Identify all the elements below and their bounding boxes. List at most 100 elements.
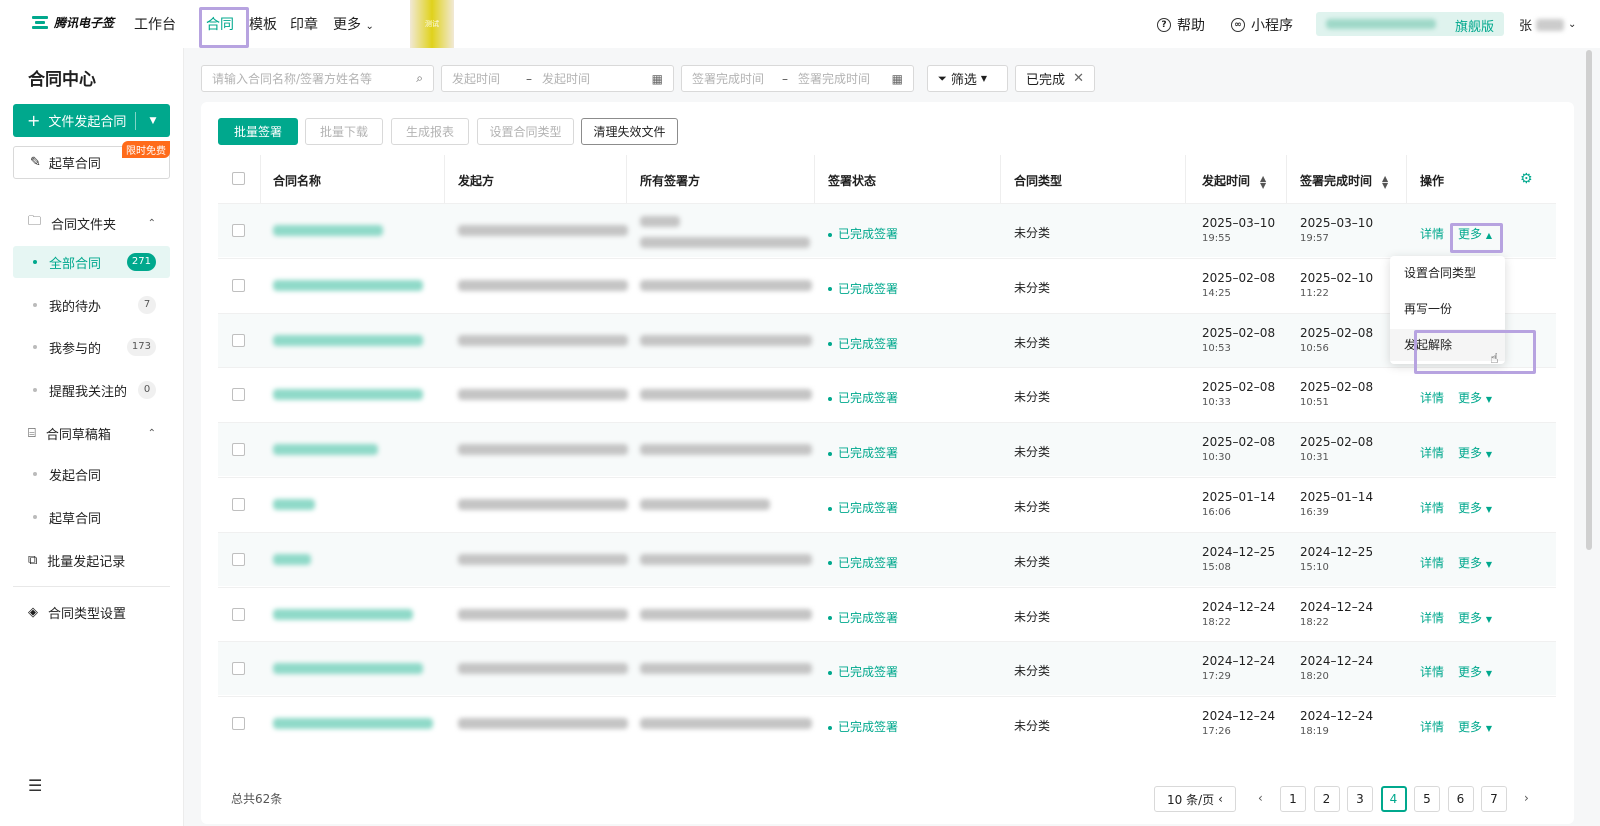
sidebar-group-folders[interactable]: 🗀 合同文件夹 ⌃ [28, 212, 156, 234]
user-menu[interactable]: 张 ⌄ [1519, 15, 1576, 34]
app-logo[interactable]: 腾讯电子签 [32, 14, 114, 31]
header-start-time[interactable]: 发起时间 ▲ ▼ [1202, 172, 1266, 189]
help-link[interactable]: ? 帮助 [1157, 15, 1205, 35]
contract-name-link-blurred[interactable] [273, 499, 315, 510]
contract-name-link-blurred[interactable] [273, 225, 383, 236]
page-2-button[interactable]: 2 [1313, 786, 1340, 812]
start-datetime: 2024–12–25 15:08 [1202, 545, 1275, 575]
contract-name-link-blurred[interactable] [273, 334, 423, 346]
clear-invalid-files-button[interactable]: 清理失效文件 [581, 118, 678, 145]
more-link[interactable]: 更多 ▼ [1458, 609, 1492, 626]
table-row[interactable]: 已完成签署 未分类 2025–03–10 19:55 2025–03–10 19:57 详情… [218, 203, 1556, 257]
header-finish-time[interactable]: 签署完成时间 ▲ ▼ [1300, 172, 1388, 189]
detail-link[interactable]: 详情 [1420, 444, 1444, 461]
sidebar-item-reminders[interactable]: 提醒我关注的 0 [13, 374, 170, 406]
select-all-checkbox[interactable] [232, 172, 245, 185]
more-link[interactable]: 更多 ▼ [1458, 663, 1492, 680]
detail-link[interactable]: 详情 [1420, 718, 1444, 735]
table-row[interactable]: 已完成签署 未分类 2024–12–25 15:08 2024–12–25 15:10 详情… [218, 531, 1556, 586]
row-checkbox[interactable] [232, 662, 245, 676]
detail-link[interactable]: 详情 [1420, 663, 1444, 680]
page-7-button[interactable]: 7 [1481, 786, 1507, 812]
close-icon[interactable]: ✕ [1073, 71, 1084, 86]
table-row[interactable]: 已完成签署 未分类 2025–02–08 10:30 2025–02–08 10:31 详情… [218, 422, 1556, 477]
detail-link[interactable]: 详情 [1420, 225, 1444, 242]
more-link[interactable]: 更多 ▼ [1458, 554, 1492, 571]
menu-item-terminate[interactable]: 发起解除 [1390, 329, 1505, 361]
sidebar-item-participated[interactable]: 我参与的 173 [13, 331, 170, 363]
contract-name-link-blurred[interactable] [273, 608, 413, 620]
row-checkbox[interactable] [232, 607, 245, 621]
gear-icon[interactable]: ⚙ [1520, 171, 1533, 187]
row-checkbox[interactable] [232, 388, 245, 402]
caret-down-icon[interactable]: ▼ [136, 116, 170, 126]
row-checkbox[interactable] [232, 333, 245, 347]
search-input[interactable]: 请输入合同名称/签署方姓名等 ⌕ [201, 65, 434, 92]
contract-name-link-blurred[interactable] [273, 389, 423, 401]
nav-templates[interactable]: 模板 [249, 14, 277, 34]
generate-report-button[interactable]: 生成报表 [391, 118, 469, 145]
scrollbar[interactable] [1586, 50, 1592, 550]
next-page-icon[interactable]: › [1524, 791, 1529, 805]
org-plan-switcher[interactable]: 旗舰版 [1316, 12, 1504, 36]
detail-link[interactable]: 详情 [1420, 609, 1444, 626]
start-contract-button[interactable]: + 文件发起合同 [13, 111, 135, 130]
contract-name-link-blurred[interactable] [273, 553, 311, 565]
row-checkbox[interactable] [232, 552, 245, 566]
more-link[interactable]: 更多 ▼ [1458, 389, 1492, 406]
page-size-select[interactable]: 10 条/页 ‹ [1154, 786, 1236, 812]
row-checkbox[interactable] [232, 498, 245, 511]
sidebar-item-batch-records[interactable]: ⧉ 批量发起记录 [28, 551, 156, 570]
more-link[interactable]: 更多 ▼ [1458, 499, 1492, 516]
menu-item-set-type[interactable]: 设置合同类型 [1390, 257, 1505, 289]
menu-item-rewrite[interactable]: 再写一份 [1390, 293, 1505, 325]
detail-link[interactable]: 详情 [1420, 389, 1444, 406]
more-link[interactable]: 更多 ▼ [1458, 444, 1492, 461]
sidebar-item-all-contracts[interactable]: 全部合同 271 [13, 246, 170, 278]
sidebar-item-draft-compose[interactable]: 起草合同 [13, 501, 170, 533]
row-checkbox[interactable] [232, 224, 245, 237]
table-row[interactable]: 已完成签署 未分类 2025–02–08 14:25 2025–02–10 11:22 [218, 257, 1556, 312]
page-1-button[interactable]: 1 [1280, 786, 1306, 812]
page-4-button[interactable]: 4 [1380, 786, 1407, 812]
sidebar-group-drafts[interactable]: ⌸ 合同草稿箱 ⌃ [28, 424, 156, 443]
more-link[interactable]: 更多 ▼ [1458, 718, 1492, 735]
page-3-button[interactable]: 3 [1347, 786, 1373, 812]
row-checkbox[interactable] [232, 717, 245, 731]
nav-more[interactable]: 更多 ⌄ [333, 14, 374, 34]
sidebar-item-draft-start[interactable]: 发起合同 [13, 458, 170, 490]
batch-download-button[interactable]: 批量下载 [305, 118, 383, 145]
page-6-button[interactable]: 6 [1447, 786, 1474, 812]
table-row[interactable]: 已完成签署 未分类 2025–01–14 16:06 2025–01–14 16:39 详情… [218, 477, 1556, 531]
filter-button[interactable]: ⏷ 筛选 ▼ [927, 65, 1008, 92]
table-row[interactable]: 已完成签署 未分类 2024–12–24 17:26 2024–12–24 18:19 详情… [218, 696, 1556, 750]
nav-workbench[interactable]: 工作台 [134, 14, 176, 34]
table-row[interactable]: 已完成签署 未分类 2025–02–08 10:53 2025–02–08 10:56 [218, 312, 1556, 367]
row-checkbox[interactable] [232, 443, 245, 457]
table-row[interactable]: 已完成签署 未分类 2024–12–24 18:22 2024–12–24 18:22 详情… [218, 586, 1556, 641]
collapse-sidebar-icon[interactable]: ☰ [28, 776, 42, 795]
nav-contracts[interactable]: 合同 [206, 14, 234, 34]
table-row[interactable]: 已完成签署 未分类 2024–12–24 17:29 2024–12–24 18:20 详情… [218, 641, 1556, 696]
contract-name-link-blurred[interactable] [273, 444, 378, 456]
page-5-button[interactable]: 5 [1414, 786, 1440, 812]
detail-link[interactable]: 详情 [1420, 499, 1444, 516]
batch-sign-button[interactable]: 批量签署 [218, 118, 298, 145]
draft-contract-button[interactable]: ✎ 起草合同 限时免费 [13, 141, 170, 179]
detail-link[interactable]: 详情 [1420, 554, 1444, 571]
contract-name-link-blurred[interactable] [273, 663, 423, 675]
prev-page-icon[interactable]: ‹ [1258, 791, 1263, 805]
row-checkbox[interactable] [232, 278, 245, 292]
sidebar-item-type-settings[interactable]: ◈ 合同类型设置 [28, 603, 156, 622]
more-link[interactable]: 更多 ▲ [1458, 225, 1492, 242]
table-row[interactable]: 已完成签署 未分类 2025–02–08 10:33 2025–02–08 10:51 详情… [218, 367, 1556, 421]
contract-name-link-blurred[interactable] [273, 279, 423, 291]
sidebar-item-my-todo[interactable]: 我的待办 7 [13, 289, 170, 321]
set-contract-type-button[interactable]: 设置合同类型 [477, 118, 574, 145]
contract-name-link-blurred[interactable] [273, 718, 433, 730]
contract-type: 未分类 [1014, 664, 1051, 679]
finish-time-range[interactable]: 签署完成时间 – 签署完成时间 ▦ [681, 65, 914, 92]
nav-seals[interactable]: 印章 [290, 14, 318, 34]
start-time-range[interactable]: 发起时间 – 发起时间 ▦ [441, 65, 674, 92]
mini-program-link[interactable]: ∞ 小程序 [1231, 15, 1293, 35]
